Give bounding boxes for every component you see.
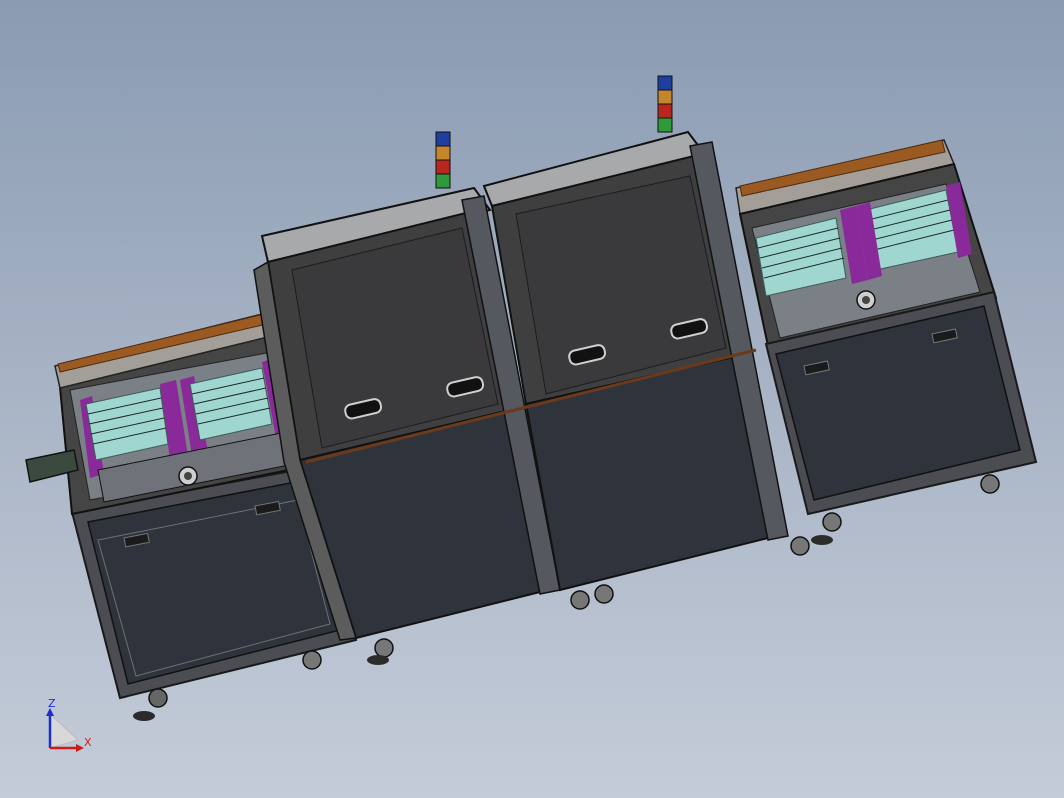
signal-tower-left: [435, 131, 451, 189]
z-axis-label: Z: [48, 697, 56, 710]
x-axis-label: X: [84, 736, 92, 749]
coordinate-triad-icon: Z X: [46, 697, 92, 752]
signal-tower-right: [657, 75, 673, 133]
cad-viewport[interactable]: Z X: [0, 0, 1064, 798]
x-axis-arrow: [76, 744, 84, 752]
right-unloader-module[interactable]: [735, 139, 1038, 545]
machine-model[interactable]: [0, 0, 1064, 798]
